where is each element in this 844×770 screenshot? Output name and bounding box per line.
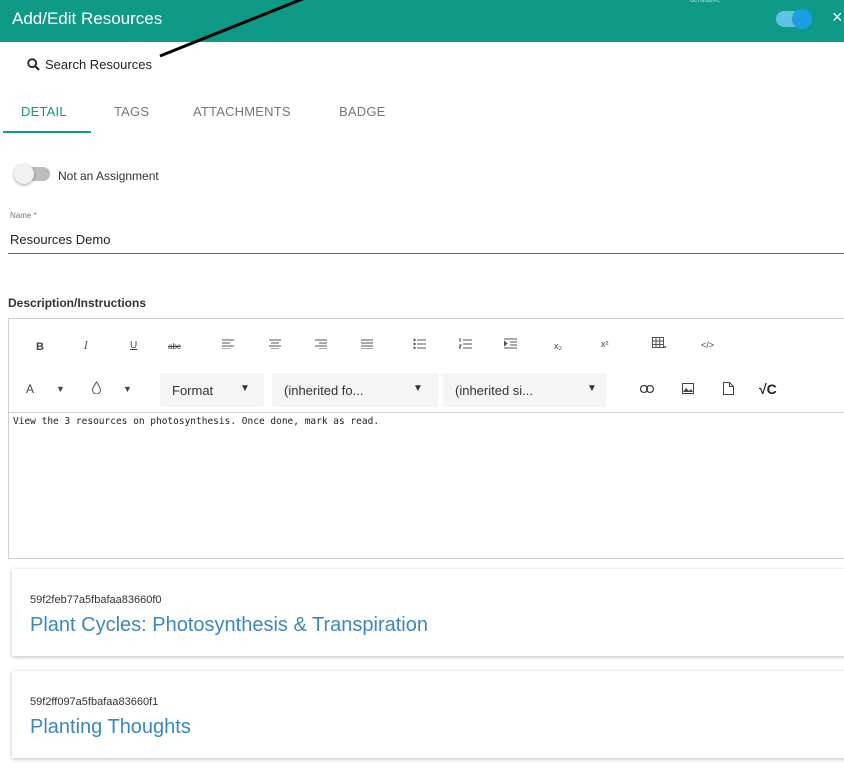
- background-color-caret[interactable]: ▼: [123, 384, 132, 394]
- tab-detail[interactable]: DETAIL: [21, 104, 67, 119]
- format-dropdown[interactable]: Format ▼: [160, 373, 264, 407]
- math-equation-button[interactable]: √C: [759, 381, 777, 397]
- font-family-dropdown[interactable]: (inherited fo... ▼: [272, 373, 438, 407]
- link-icon[interactable]: [640, 385, 654, 393]
- tab-tags[interactable]: TAGS: [114, 104, 149, 119]
- name-field-underline: [8, 253, 844, 254]
- resource-title[interactable]: Plant Cycles: Photosynthesis & Transpira…: [30, 614, 428, 637]
- subscript-button[interactable]: x₂: [554, 341, 562, 351]
- editor-content-area[interactable]: View the 3 resources on photosynthesis. …: [9, 412, 844, 647]
- tab-bar: DETAIL TAGS ATTACHMENTS BADGE: [0, 96, 844, 134]
- search-icon: [27, 58, 40, 71]
- resource-title[interactable]: Planting Thoughts: [30, 716, 191, 739]
- tab-badge[interactable]: BADGE: [339, 104, 386, 119]
- align-left-icon[interactable]: [222, 339, 234, 349]
- header-toggle[interactable]: [776, 9, 812, 29]
- assignment-switch-label: Not an Assignment: [58, 169, 159, 183]
- background-color-icon[interactable]: [91, 381, 102, 394]
- resource-card[interactable]: 59f2ff097a5fbafaa83660f1 Planting Though…: [12, 671, 844, 758]
- chevron-down-icon: ▼: [587, 383, 597, 394]
- dialog-header: Add/Edit Resources derivative ×: [0, 0, 844, 42]
- header-corner-text: derivative: [690, 0, 720, 4]
- font-size-dropdown[interactable]: (inherited si... ▼: [443, 373, 606, 407]
- name-field-label: Name *: [10, 211, 37, 220]
- search-label: Search Resources: [45, 57, 152, 72]
- file-icon[interactable]: [723, 382, 734, 395]
- align-justify-icon[interactable]: [361, 339, 373, 349]
- italic-button[interactable]: I: [84, 341, 88, 352]
- rich-text-editor: B I U abc x₂ x² </> A ▼ ▼ Format ▼ (inhe…: [8, 318, 844, 647]
- source-code-button[interactable]: </>: [701, 340, 714, 350]
- header-toggle-knob: [792, 9, 812, 29]
- close-icon[interactable]: ×: [832, 8, 843, 26]
- editor-toolbar-row1: B I U abc x₂ x² </>: [9, 319, 844, 367]
- editor-text: View the 3 resources on photosynthesis. …: [13, 416, 380, 427]
- strikethrough-button[interactable]: abc: [168, 342, 181, 351]
- font-size-value: (inherited si...: [455, 383, 534, 398]
- font-color-caret[interactable]: ▼: [56, 384, 65, 394]
- bullet-list-icon[interactable]: [413, 338, 426, 349]
- font-family-value: (inherited fo...: [284, 383, 364, 398]
- bold-button[interactable]: B: [36, 341, 44, 353]
- align-right-icon[interactable]: [315, 339, 327, 349]
- align-center-icon[interactable]: [269, 339, 281, 349]
- dialog-title: Add/Edit Resources: [12, 9, 163, 28]
- numbered-list-icon[interactable]: [459, 338, 472, 349]
- assignment-switch-knob: [14, 164, 34, 184]
- resource-id: 59f2feb77a5fbafaa83660f0: [30, 594, 162, 606]
- name-field[interactable]: Resources Demo: [10, 232, 110, 247]
- indent-icon[interactable]: [504, 338, 517, 349]
- chevron-down-icon: ▼: [240, 383, 250, 394]
- tab-attachments[interactable]: ATTACHMENTS: [193, 104, 291, 119]
- active-tab-indicator: [3, 131, 91, 133]
- editor-toolbar-row2: A ▼ ▼ Format ▼ (inherited fo... ▼ (inher…: [9, 371, 844, 409]
- resource-id: 59f2ff097a5fbafaa83660f1: [30, 696, 159, 708]
- superscript-button[interactable]: x²: [601, 339, 609, 349]
- image-icon[interactable]: [682, 383, 694, 394]
- underline-button[interactable]: U: [130, 340, 137, 351]
- format-label: Format: [172, 383, 214, 398]
- description-label: Description/Instructions: [8, 296, 147, 310]
- assignment-switch[interactable]: [14, 164, 50, 184]
- search-resources-button[interactable]: Search Resources: [27, 57, 152, 72]
- table-icon[interactable]: [652, 337, 666, 350]
- chevron-down-icon: ▼: [413, 383, 423, 394]
- resource-card[interactable]: 59f2feb77a5fbafaa83660f0 Plant Cycles: P…: [12, 569, 844, 656]
- font-color-button[interactable]: A: [26, 382, 34, 396]
